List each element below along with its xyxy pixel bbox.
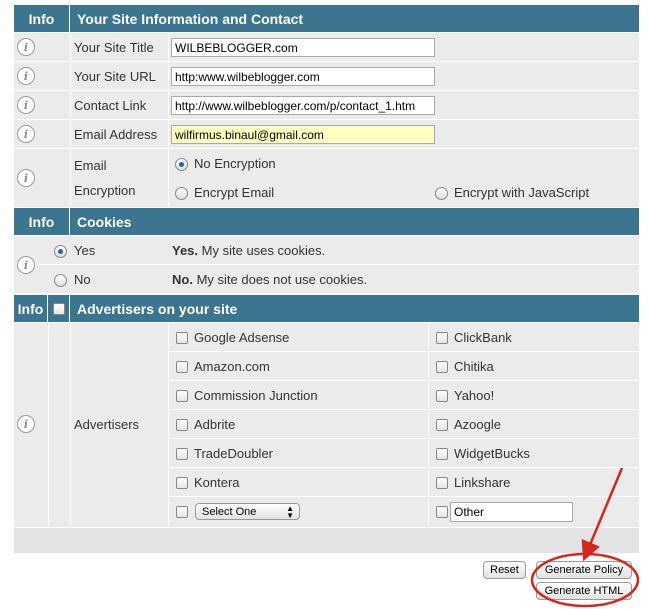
- annotation-arrow: [581, 467, 624, 562]
- annotation-ellipse: [530, 552, 640, 608]
- annotation-overlay: [530, 467, 640, 608]
